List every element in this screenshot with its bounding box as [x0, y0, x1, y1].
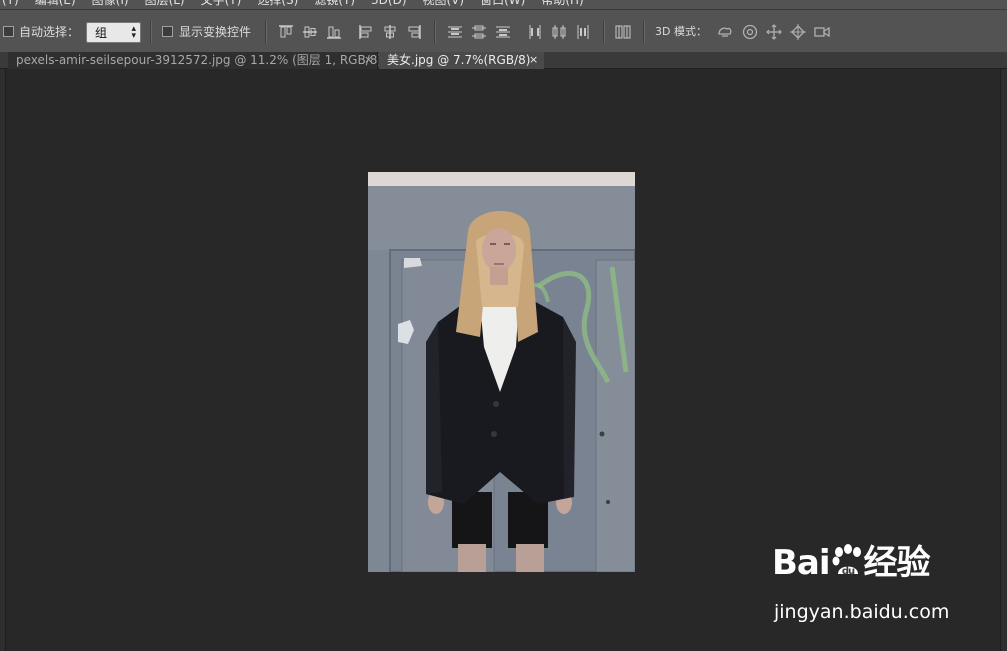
separator: [603, 21, 605, 43]
menu-items: (T) 编辑(E) 图像(I) 图层(L) 文字(Y) 选择(S) 滤镜(T) 3D(D) 视图…: [0, 0, 592, 9]
distribute-bottom-icon[interactable]: [494, 23, 512, 41]
baidu-logo-text: Bai: [772, 543, 831, 583]
distribute-hcenter-icon[interactable]: [550, 23, 568, 41]
auto-select-label: 自动选择：: [19, 25, 80, 39]
tab-meinv-document[interactable]: 美女.jpg @ 7.7%(RGB/8) ×: [379, 52, 544, 69]
auto-select-dropdown[interactable]: 组 ▴ ▾: [86, 22, 141, 43]
tab-label: 美女.jpg @ 7.7%(RGB/8): [387, 53, 531, 67]
show-transform-label: 显示变换控件: [179, 25, 252, 39]
tab-label: pexels-amir-seilsepour-3912572.jpg @ 11.…: [16, 53, 392, 67]
baidu-logo: Bai du 经验: [772, 541, 931, 585]
separator: [434, 21, 436, 43]
mode-3d-label: 3D 模式：: [655, 25, 707, 38]
photo-woman-illustration: [368, 172, 635, 572]
left-panel-edge: [0, 69, 6, 651]
align-bottom-edges-icon[interactable]: [325, 23, 343, 41]
right-panel-edge: [1000, 69, 1007, 651]
menu-item[interactable]: 编辑(E): [27, 0, 84, 9]
separator: [150, 21, 152, 43]
show-transform-checkbox[interactable]: [162, 26, 173, 37]
slide-3d-icon[interactable]: [789, 23, 807, 41]
paw-icon: du: [830, 544, 864, 578]
jingyan-text: 经验: [863, 543, 931, 583]
align-vertical-centers-icon[interactable]: [301, 23, 319, 41]
updown-arrow-icon: ▴ ▾: [131, 24, 136, 41]
drag-3d-icon[interactable]: [765, 23, 783, 41]
align-right-edges-icon[interactable]: [405, 23, 423, 41]
align-top-edges-icon[interactable]: [277, 23, 295, 41]
tab-pexels-document[interactable]: pexels-amir-seilsepour-3912572.jpg @ 11.…: [8, 52, 392, 69]
menu-item[interactable]: 图层(L): [137, 0, 193, 9]
document-canvas-area[interactable]: Bai du 经验 jingyan.baidu.com: [0, 69, 1007, 651]
document-tab-bar: pexels-amir-seilsepour-3912572.jpg @ 11.…: [0, 52, 1007, 69]
close-icon[interactable]: ×: [364, 52, 373, 68]
menu-item[interactable]: 窗口(W): [472, 0, 533, 9]
menu-item[interactable]: 3D(D): [363, 0, 414, 9]
roll-3d-icon[interactable]: [741, 23, 759, 41]
menu-bar: (T) 编辑(E) 图像(I) 图层(L) 文字(Y) 选择(S) 滤镜(T) 3D(D) 视图…: [0, 0, 1007, 9]
menu-item[interactable]: 选择(S): [249, 0, 306, 9]
options-bar: 自动选择： 组 ▴ ▾ 显示变换控件 3D 模式：: [0, 9, 1007, 52]
distribute-top-icon[interactable]: [446, 23, 464, 41]
menu-item[interactable]: 图像(I): [84, 0, 137, 9]
align-horizontal-centers-icon[interactable]: [381, 23, 399, 41]
auto-select-checkbox[interactable]: [3, 26, 14, 37]
auto-select-value: 组: [95, 26, 108, 40]
distribute-left-icon[interactable]: [526, 23, 544, 41]
menu-item[interactable]: 帮助(H): [533, 0, 591, 9]
watermark-url: jingyan.baidu.com: [774, 601, 950, 623]
separator: [643, 21, 645, 43]
menu-item[interactable]: 文字(Y): [193, 0, 250, 9]
align-left-edges-icon[interactable]: [357, 23, 375, 41]
menu-item[interactable]: 滤镜(T): [306, 0, 363, 9]
auto-align-layers-icon[interactable]: [614, 23, 632, 41]
separator: [265, 21, 267, 43]
baidu-jingyan-watermark: Bai du 经验 jingyan.baidu.com: [770, 541, 960, 631]
document-image[interactable]: [368, 172, 635, 572]
menu-item[interactable]: 视图(V): [415, 0, 473, 9]
scale-3d-camera-icon[interactable]: [813, 23, 831, 41]
menu-item[interactable]: (T): [0, 0, 27, 9]
close-icon[interactable]: ×: [529, 52, 538, 68]
rotate-3d-icon[interactable]: [716, 23, 734, 41]
distribute-vcenter-icon[interactable]: [470, 23, 488, 41]
distribute-right-icon[interactable]: [574, 23, 592, 41]
svg-text:du: du: [841, 566, 854, 577]
